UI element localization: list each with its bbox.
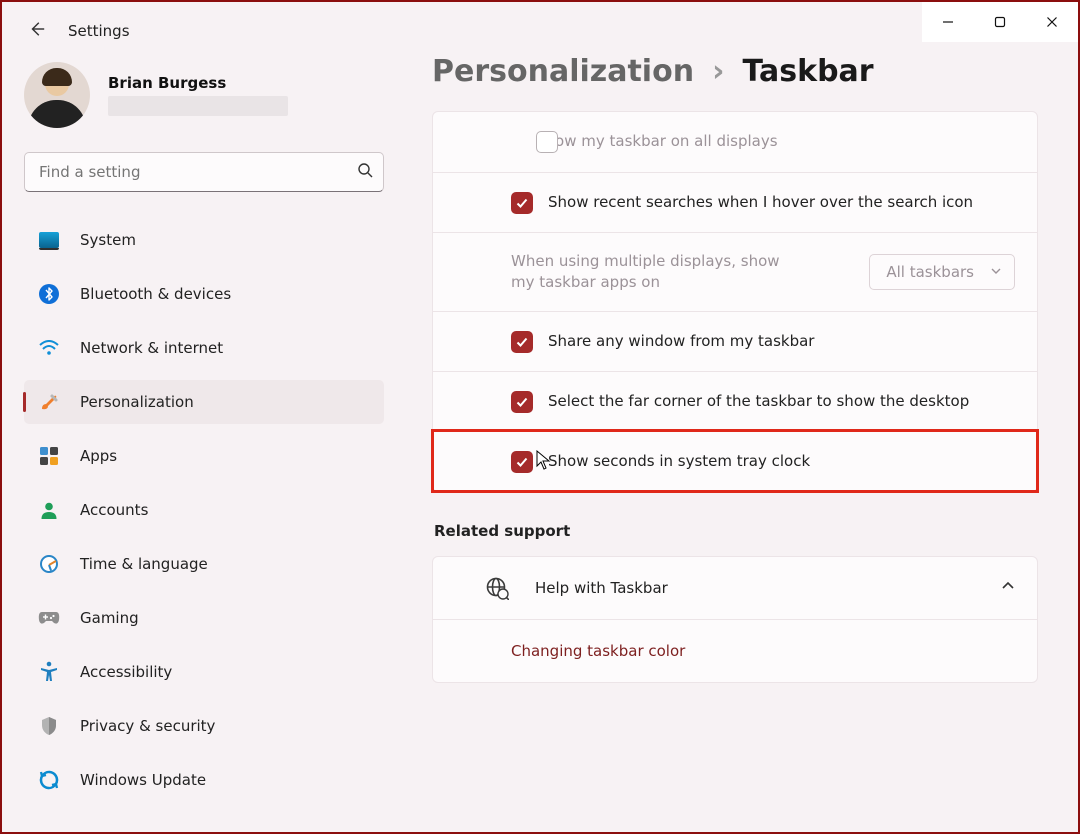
setting-recent-searches[interactable]: Show recent searches when I hover over t… xyxy=(433,172,1037,232)
setting-label: Select the far corner of the taskbar to … xyxy=(548,391,1015,412)
breadcrumb-current: Taskbar xyxy=(742,54,873,89)
nav-personalization[interactable]: Personalization xyxy=(24,380,384,424)
settings-panel: Show my taskbar on all displays Show rec… xyxy=(432,111,1038,492)
setting-show-seconds[interactable]: Show seconds in system tray clock xyxy=(433,431,1037,491)
nav-label: Accessibility xyxy=(80,663,172,681)
minimize-button[interactable] xyxy=(922,2,974,42)
setting-share-window[interactable]: Share any window from my taskbar xyxy=(433,311,1037,371)
help-with-taskbar[interactable]: Help with Taskbar xyxy=(433,557,1037,619)
setting-label: Show my taskbar on all displays xyxy=(536,131,1015,152)
user-name: Brian Burgess xyxy=(108,74,288,92)
back-button[interactable] xyxy=(28,20,46,42)
checkbox-on-icon[interactable] xyxy=(511,192,533,214)
checkbox-on-icon[interactable] xyxy=(511,391,533,413)
help-label: Help with Taskbar xyxy=(535,579,668,597)
nav-label: Bluetooth & devices xyxy=(80,285,231,303)
main-content: Personalization › Taskbar Show my taskba… xyxy=(402,42,1078,822)
related-support-title: Related support xyxy=(432,492,1038,556)
globe-help-icon xyxy=(485,576,509,600)
nav-update[interactable]: Windows Update xyxy=(24,758,384,802)
nav-label: Accounts xyxy=(80,501,148,519)
nav-label: Privacy & security xyxy=(80,717,215,735)
app-title: Settings xyxy=(68,22,130,40)
setting-label: Share any window from my taskbar xyxy=(548,331,1015,352)
checkbox-on-icon[interactable] xyxy=(511,451,533,473)
person-icon xyxy=(38,499,60,521)
search-icon xyxy=(357,162,373,182)
setting-show-all-displays[interactable]: Show my taskbar on all displays xyxy=(433,112,1037,172)
checkbox-on-icon[interactable] xyxy=(511,331,533,353)
bluetooth-icon xyxy=(38,283,60,305)
nav-label: Time & language xyxy=(80,555,208,573)
accessibility-icon xyxy=(38,661,60,683)
nav-label: Personalization xyxy=(80,393,194,411)
nav-accounts[interactable]: Accounts xyxy=(24,488,384,532)
setting-label: Show recent searches when I hover over t… xyxy=(548,192,1015,213)
search-input[interactable] xyxy=(39,163,357,181)
taskbar-apps-dropdown[interactable]: All taskbars xyxy=(869,254,1015,290)
checkbox-off-icon[interactable] xyxy=(536,131,558,153)
nav-accessibility[interactable]: Accessibility xyxy=(24,650,384,694)
user-profile[interactable]: Brian Burgess xyxy=(24,52,384,152)
update-icon xyxy=(38,769,60,791)
setting-far-corner[interactable]: Select the far corner of the taskbar to … xyxy=(433,371,1037,431)
nav-privacy[interactable]: Privacy & security xyxy=(24,704,384,748)
avatar xyxy=(24,62,90,128)
paintbrush-icon xyxy=(38,391,60,413)
nav-label: System xyxy=(80,231,136,249)
wifi-icon xyxy=(38,337,60,359)
nav-gaming[interactable]: Gaming xyxy=(24,596,384,640)
dropdown-value: All taskbars xyxy=(886,263,974,281)
chevron-down-icon xyxy=(990,263,1002,281)
nav-time[interactable]: Time & language xyxy=(24,542,384,586)
nav-list: System Bluetooth & devices Network & int… xyxy=(24,218,384,802)
maximize-button[interactable] xyxy=(974,2,1026,42)
nav-network[interactable]: Network & internet xyxy=(24,326,384,370)
nav-label: Gaming xyxy=(80,609,139,627)
help-link-label: Changing taskbar color xyxy=(511,642,685,660)
related-support-panel: Help with Taskbar Changing taskbar color xyxy=(432,556,1038,683)
setting-label: When using multiple displays, show my ta… xyxy=(511,251,791,293)
chevron-up-icon[interactable] xyxy=(1001,579,1015,597)
setting-label: Show seconds in system tray clock xyxy=(548,451,1015,472)
nav-system[interactable]: System xyxy=(24,218,384,262)
setting-multi-display: When using multiple displays, show my ta… xyxy=(433,232,1037,311)
breadcrumb-parent[interactable]: Personalization xyxy=(432,54,694,89)
close-button[interactable] xyxy=(1026,2,1078,42)
chevron-right-icon: › xyxy=(712,54,724,89)
nav-bluetooth[interactable]: Bluetooth & devices xyxy=(24,272,384,316)
breadcrumb: Personalization › Taskbar xyxy=(432,54,1038,111)
nav-label: Network & internet xyxy=(80,339,223,357)
help-link-taskbar-color[interactable]: Changing taskbar color xyxy=(433,619,1037,682)
user-email-hidden xyxy=(108,96,288,116)
apps-icon xyxy=(38,445,60,467)
shield-icon xyxy=(38,715,60,737)
window-controls xyxy=(922,2,1078,42)
search-box[interactable] xyxy=(24,152,384,192)
app-header: Settings xyxy=(2,2,1078,42)
sidebar: Brian Burgess System Bluetooth & devices… xyxy=(2,42,402,822)
nav-label: Apps xyxy=(80,447,117,465)
nav-apps[interactable]: Apps xyxy=(24,434,384,478)
gamepad-icon xyxy=(38,607,60,629)
system-icon xyxy=(38,229,60,251)
nav-label: Windows Update xyxy=(80,771,206,789)
clock-icon xyxy=(38,553,60,575)
